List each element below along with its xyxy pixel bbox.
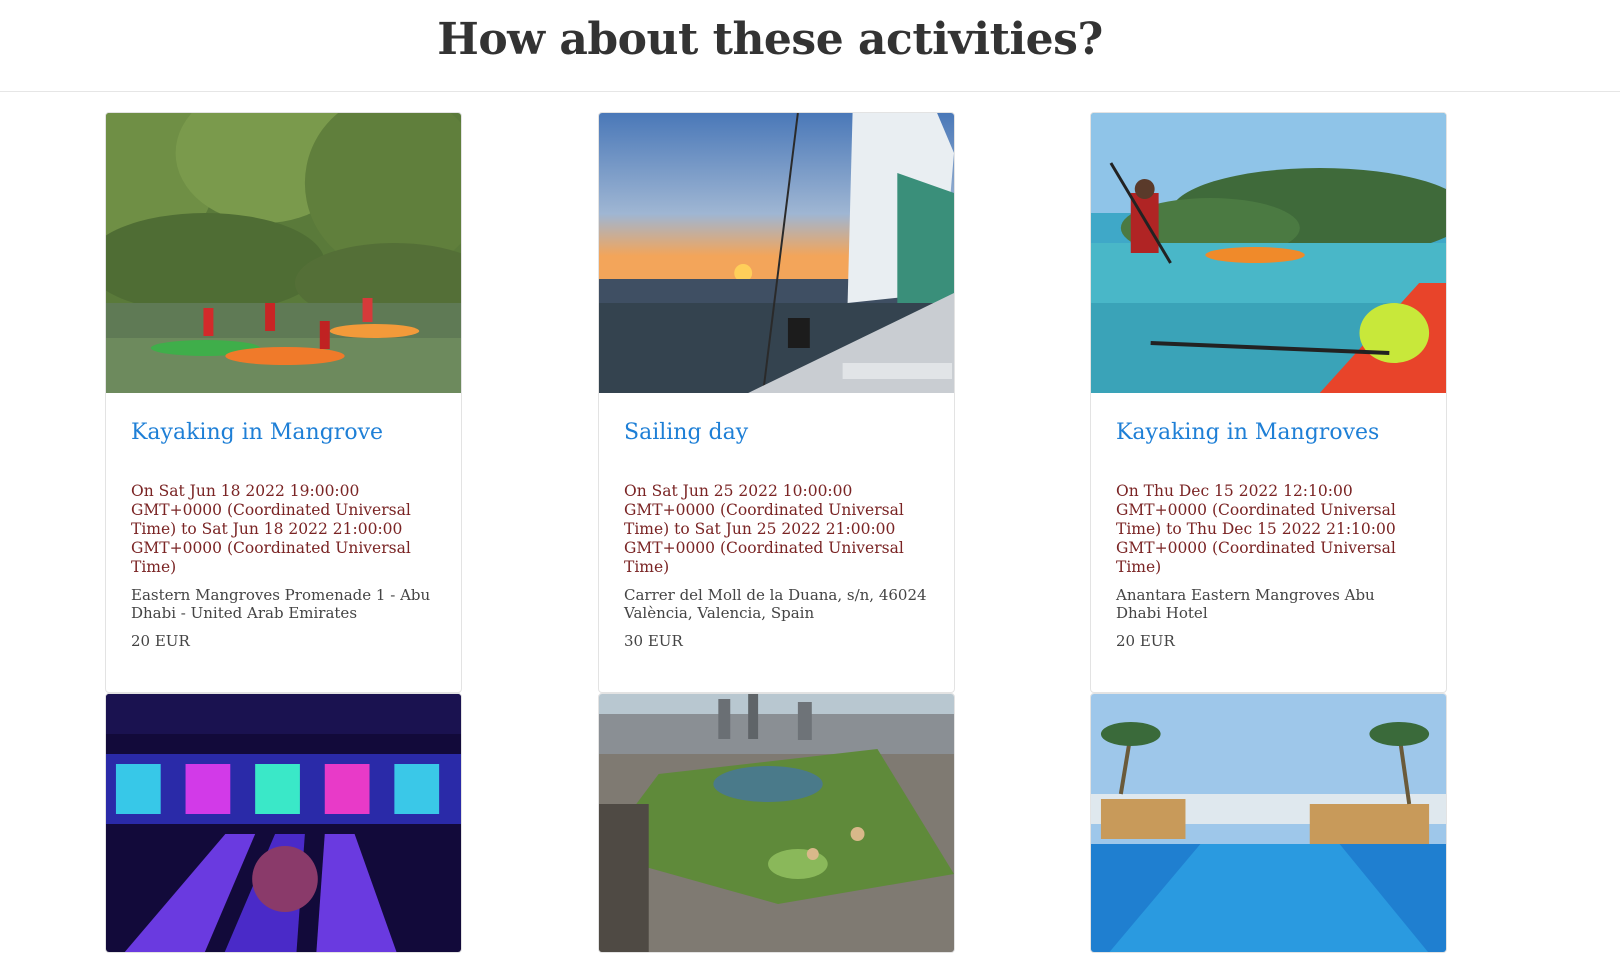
central-park-aerial-photo xyxy=(599,694,954,952)
activity-image[interactable] xyxy=(1091,113,1446,393)
activity-dates: On Thu Dec 15 2022 12:10:00 GMT+0000 (Co… xyxy=(1116,482,1396,576)
activity-address: Eastern Mangroves Promenade 1 - Abu Dhab… xyxy=(131,586,431,622)
activity-image[interactable] xyxy=(599,694,954,952)
activity-card[interactable]: Kayaking in Mangroves On Thu Dec 15 2022… xyxy=(1090,112,1447,693)
activity-card[interactable] xyxy=(598,693,955,953)
activity-title-link[interactable]: Kayaking in Mangroves xyxy=(1116,417,1421,449)
activity-price: 20 EUR xyxy=(131,632,190,650)
activity-address: Carrer del Moll de la Duana, s/n, 46024 … xyxy=(624,586,927,622)
activity-image[interactable] xyxy=(1091,694,1446,952)
activity-card[interactable] xyxy=(1090,693,1447,953)
activity-price: 20 EUR xyxy=(1116,632,1175,650)
activity-address: Anantara Eastern Mangroves Abu Dhabi Hot… xyxy=(1116,586,1375,622)
activity-card[interactable] xyxy=(105,693,462,953)
activity-dates: On Sat Jun 18 2022 19:00:00 GMT+0000 (Co… xyxy=(131,482,411,576)
activity-card[interactable]: Sailing day On Sat Jun 25 2022 10:00:00 … xyxy=(598,112,955,693)
activity-image[interactable] xyxy=(599,113,954,393)
activity-title-link[interactable]: Sailing day xyxy=(624,417,929,449)
infinity-pool-photo xyxy=(1091,694,1446,952)
activity-dates: On Sat Jun 25 2022 10:00:00 GMT+0000 (Co… xyxy=(624,482,904,576)
sailing-sunset-photo xyxy=(599,113,954,393)
page-title: How about these activities? xyxy=(437,14,1103,65)
activity-image[interactable] xyxy=(106,113,461,393)
activity-image[interactable] xyxy=(106,694,461,952)
activity-card[interactable]: Kayaking in Mangrove On Sat Jun 18 2022 … xyxy=(105,112,462,693)
kayaking-lagoon-photo xyxy=(1091,113,1446,393)
page-header: How about these activities? xyxy=(0,0,1620,92)
kayaking-mangrove-photo xyxy=(106,113,461,393)
bowling-alley-photo xyxy=(106,694,461,952)
activity-title-link[interactable]: Kayaking in Mangrove xyxy=(131,417,436,449)
activity-price: 30 EUR xyxy=(624,632,683,650)
